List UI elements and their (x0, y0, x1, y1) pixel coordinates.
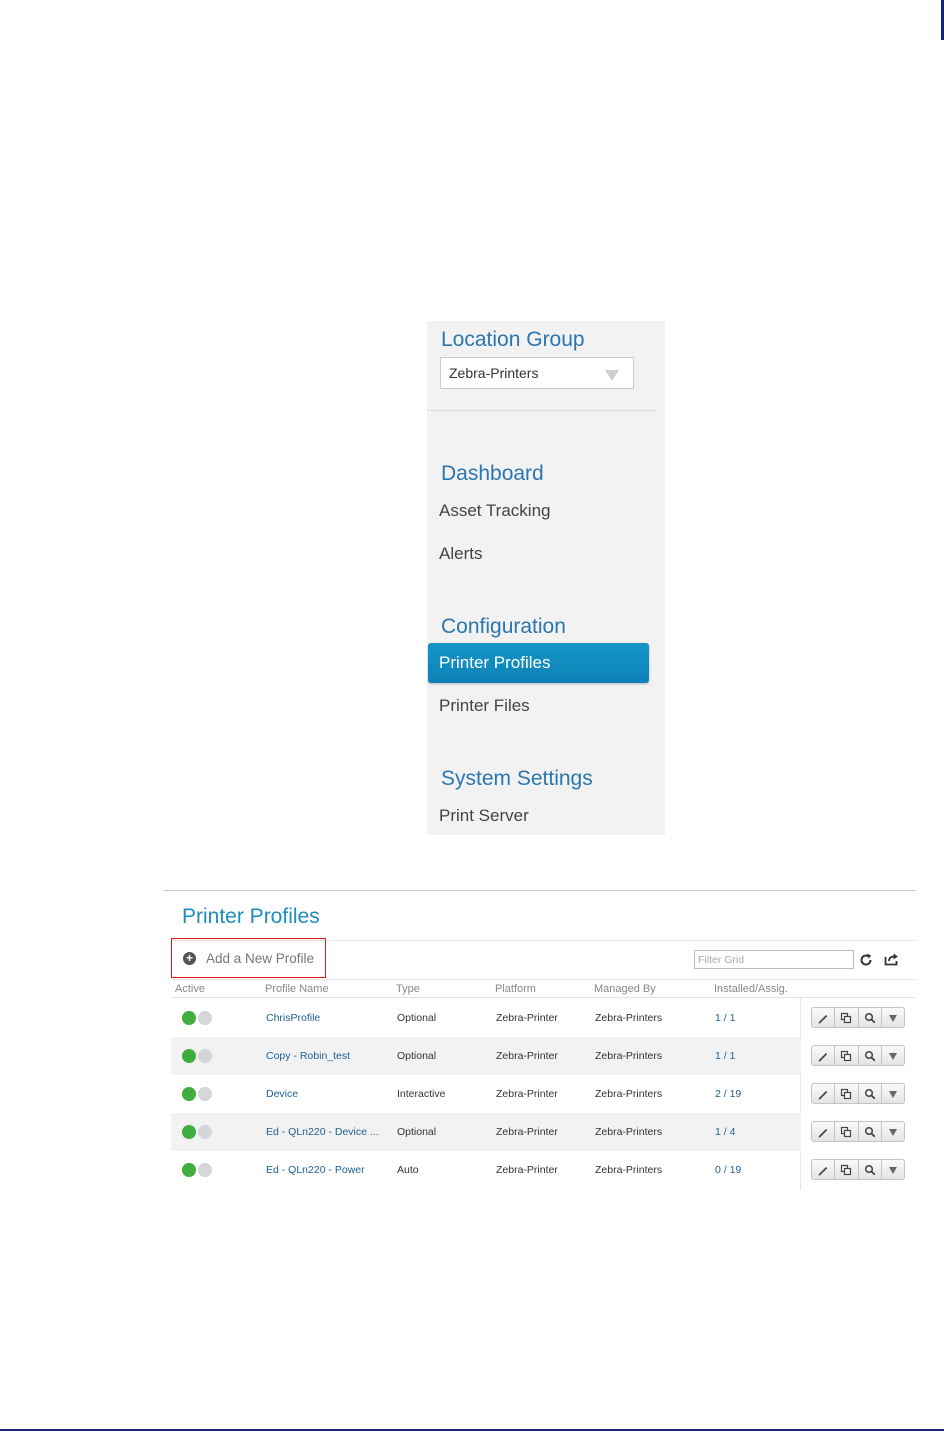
status-active-dot[interactable] (182, 1011, 196, 1025)
profile-type: Optional (397, 1050, 437, 1062)
status-inactive-dot[interactable] (198, 1087, 212, 1101)
profile-installed[interactable]: 2 / 19 (715, 1088, 741, 1100)
row-actions (811, 1159, 905, 1180)
edit-icon[interactable] (812, 1008, 836, 1027)
filter-grid-input[interactable] (694, 950, 854, 969)
profile-platform: Zebra-Printer (496, 1050, 558, 1062)
row-actions (811, 1083, 905, 1104)
column-header-platform[interactable]: Platform (495, 983, 536, 995)
edit-icon[interactable] (812, 1046, 836, 1065)
edit-icon[interactable] (812, 1084, 836, 1103)
status-active-dot[interactable] (182, 1125, 196, 1139)
table-row[interactable]: ChrisProfile Optional Zebra-Printer Zebra-P… (171, 999, 801, 1037)
column-header-installed[interactable]: Installed/Assig. (714, 983, 788, 995)
printer-profiles-panel: Printer Profiles + Add a New Profile Act… (163, 890, 916, 1190)
profile-platform: Zebra-Printer (496, 1164, 558, 1176)
search-icon[interactable] (859, 1160, 882, 1179)
sidebar-item-alerts[interactable]: Alerts (439, 544, 482, 564)
profile-name-link[interactable]: ChrisProfile (266, 1012, 320, 1024)
profile-managed-by: Zebra-Printers (595, 1126, 663, 1138)
copy-icon[interactable] (835, 1046, 859, 1065)
sidebar-item-asset-tracking[interactable]: Asset Tracking (439, 501, 551, 521)
header-divider (171, 979, 916, 980)
section-title-system-settings: System Settings (441, 767, 593, 790)
profile-name-link[interactable]: Copy - Robin_test (266, 1050, 350, 1062)
page-title: Printer Profiles (182, 905, 320, 928)
profile-name-link[interactable]: Ed - QLn220 - Device ... (266, 1126, 379, 1138)
dropdown-arrow-icon[interactable] (882, 1008, 904, 1027)
profile-type: Optional (397, 1012, 437, 1024)
sidebar-divider (427, 410, 657, 411)
table-row[interactable]: Copy - Robin_test Optional Zebra-Printer Ze… (171, 1037, 801, 1075)
status-active-dot[interactable] (182, 1049, 196, 1063)
location-group-select[interactable]: Zebra-Printers (440, 357, 634, 389)
status-inactive-dot[interactable] (198, 1125, 212, 1139)
profile-installed[interactable]: 1 / 1 (715, 1012, 735, 1024)
row-actions (811, 1045, 905, 1066)
profile-type: Interactive (397, 1088, 446, 1100)
profile-managed-by: Zebra-Printers (595, 1164, 663, 1176)
profile-type: Optional (397, 1126, 437, 1138)
edit-icon[interactable] (812, 1160, 836, 1179)
profile-managed-by: Zebra-Printers (595, 1088, 663, 1100)
profile-installed[interactable]: 1 / 4 (715, 1126, 735, 1138)
copy-icon[interactable] (835, 1084, 859, 1103)
profile-platform: Zebra-Printer (496, 1126, 558, 1138)
sidebar-item-printer-profiles[interactable]: Printer Profiles (428, 643, 649, 683)
column-header-active[interactable]: Active (175, 983, 205, 995)
status-inactive-dot[interactable] (198, 1011, 212, 1025)
profile-name-link[interactable]: Ed - QLn220 - Power (266, 1164, 365, 1176)
row-actions (811, 1121, 905, 1142)
copy-icon[interactable] (835, 1008, 859, 1027)
dropdown-arrow-icon[interactable] (882, 1122, 904, 1141)
table-row[interactable]: Ed - QLn220 - Device ... Optional Zebra-Pr… (171, 1113, 801, 1151)
edit-icon[interactable] (812, 1122, 836, 1141)
section-title-configuration: Configuration (441, 615, 566, 638)
status-inactive-dot[interactable] (198, 1049, 212, 1063)
plus-circle-icon: + (183, 952, 196, 965)
page-bottom-rule (0, 1429, 944, 1431)
add-profile-label: Add a New Profile (206, 951, 315, 966)
column-header-profile-name[interactable]: Profile Name (265, 983, 329, 995)
search-icon[interactable] (859, 1008, 882, 1027)
profile-platform: Zebra-Printer (496, 1012, 558, 1024)
table-row[interactable]: Ed - QLn220 - Power Auto Zebra-Printer Zebr… (171, 1151, 801, 1189)
chevron-down-icon (605, 370, 619, 381)
profile-type: Auto (397, 1164, 419, 1176)
search-icon[interactable] (859, 1084, 882, 1103)
row-actions (811, 1007, 905, 1028)
profile-installed[interactable]: 1 / 1 (715, 1050, 735, 1062)
dropdown-arrow-icon[interactable] (882, 1160, 904, 1179)
search-icon[interactable] (859, 1122, 882, 1141)
sidebar: Location Group Zebra-Printers Dashboard … (427, 321, 665, 835)
column-header-divider (171, 997, 916, 998)
dropdown-arrow-icon[interactable] (882, 1084, 904, 1103)
location-group-title: Location Group (441, 328, 585, 351)
profile-name-link[interactable]: Device (266, 1088, 298, 1100)
status-active-dot[interactable] (182, 1163, 196, 1177)
profile-managed-by: Zebra-Printers (595, 1050, 663, 1062)
location-group-value: Zebra-Printers (449, 365, 539, 381)
copy-icon[interactable] (835, 1122, 859, 1141)
sidebar-item-label: Printer Profiles (439, 653, 551, 672)
column-header-type[interactable]: Type (396, 983, 420, 995)
search-icon[interactable] (859, 1046, 882, 1065)
profile-platform: Zebra-Printer (496, 1088, 558, 1100)
sidebar-item-printer-files[interactable]: Printer Files (439, 696, 530, 716)
status-active-dot[interactable] (182, 1087, 196, 1101)
sidebar-item-print-server[interactable]: Print Server (439, 806, 529, 826)
dropdown-arrow-icon[interactable] (882, 1046, 904, 1065)
table-row[interactable]: Device Interactive Zebra-Printer Zebra-Prin… (171, 1075, 801, 1113)
panel-top-rule (163, 890, 916, 891)
profile-managed-by: Zebra-Printers (595, 1012, 663, 1024)
copy-icon[interactable] (835, 1160, 859, 1179)
section-title-dashboard: Dashboard (441, 462, 544, 485)
profile-installed[interactable]: 0 / 19 (715, 1164, 741, 1176)
column-header-managed-by[interactable]: Managed By (594, 983, 656, 995)
status-inactive-dot[interactable] (198, 1163, 212, 1177)
refresh-icon[interactable] (859, 953, 873, 967)
export-icon[interactable] (884, 952, 899, 966)
